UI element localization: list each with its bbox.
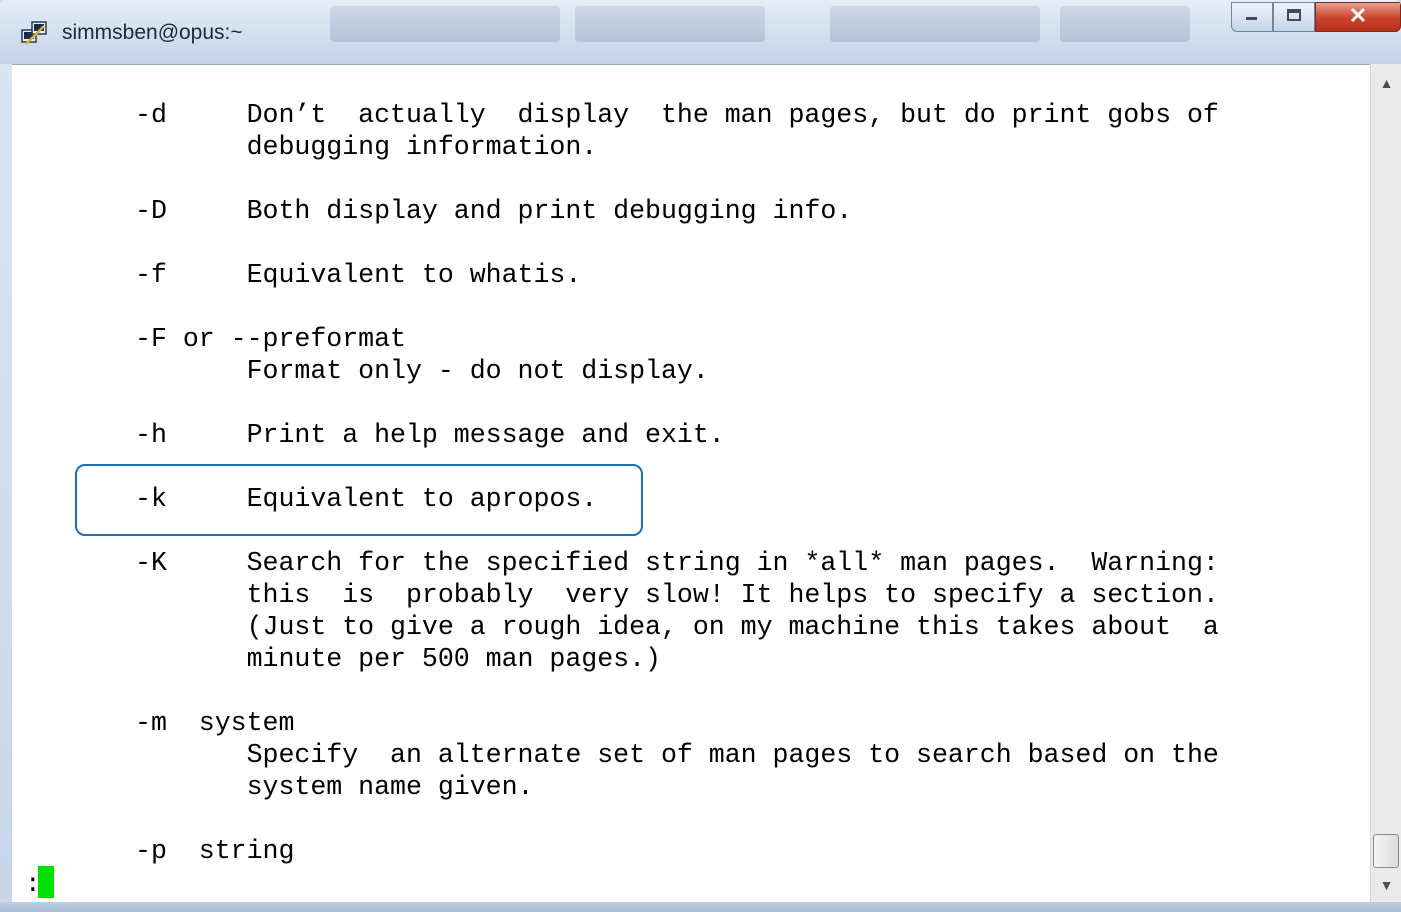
maximize-icon [1286, 8, 1302, 27]
man-line: -m system [135, 708, 295, 738]
man-line: (Just to give a rough idea, on my machin… [135, 612, 1219, 642]
man-line: -d Don’t actually display the man pages,… [135, 100, 1219, 130]
title-bar[interactable]: simmsben@opus:~ [0, 0, 1401, 64]
man-line: -D Both display and print debugging info… [135, 196, 853, 226]
minimize-button[interactable] [1231, 2, 1273, 32]
caption-buttons [1231, 0, 1401, 40]
scroll-down-button[interactable]: ▼ [1371, 870, 1401, 900]
terminal-window: simmsben@opus:~ -d Don’t actually displa… [0, 0, 1401, 912]
man-line: minute per 500 man pages.) [135, 644, 661, 674]
putty-icon[interactable] [20, 20, 50, 46]
man-line: Specify an alternate set of man pages to… [135, 740, 1219, 770]
vertical-scrollbar[interactable]: ▲ ▼ [1370, 64, 1401, 902]
scroll-down-arrow-icon: ▼ [1379, 877, 1394, 893]
close-button[interactable] [1315, 2, 1401, 32]
highlight-box [75, 464, 643, 536]
maximize-button[interactable] [1273, 2, 1315, 32]
scroll-up-button[interactable]: ▲ [1371, 68, 1401, 98]
man-line: this is probably very slow! It helps to … [135, 580, 1219, 610]
man-line: system name given. [135, 772, 534, 802]
window-title: simmsben@opus:~ [62, 21, 243, 44]
man-line: -f Equivalent to whatis. [135, 260, 582, 290]
text-cursor [38, 866, 54, 898]
minimize-icon [1244, 8, 1260, 26]
window-bottom-border [0, 902, 1401, 912]
scroll-up-arrow-icon: ▲ [1379, 75, 1394, 91]
close-icon [1349, 7, 1367, 28]
man-line: -F or --preformat [135, 324, 406, 354]
man-line: -p string [135, 836, 295, 866]
man-line: -h Print a help message and exit. [135, 420, 725, 450]
man-line: debugging information. [135, 132, 598, 162]
man-line: -K Search for the specified string in *a… [135, 548, 1219, 578]
scrollbar-thumb[interactable] [1373, 834, 1399, 868]
man-line: Format only - do not display. [135, 356, 709, 386]
